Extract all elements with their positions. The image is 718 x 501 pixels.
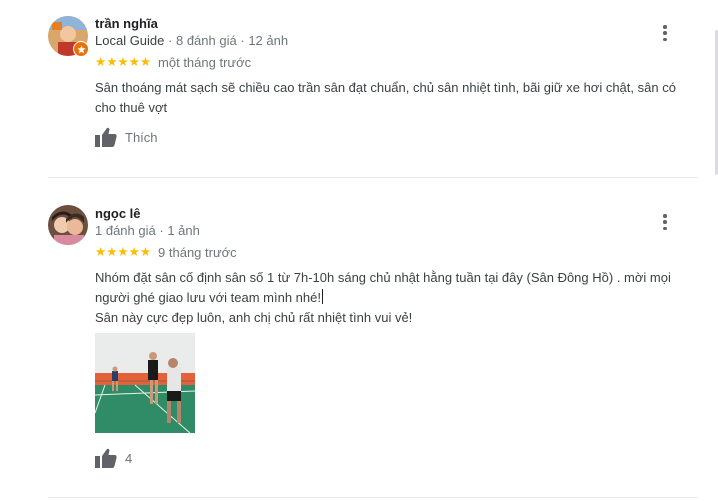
rating-row: ★★★★★ một tháng trước	[95, 55, 251, 70]
review-time: một tháng trước	[158, 55, 252, 70]
like-count: 4	[125, 450, 133, 466]
divider	[48, 497, 698, 498]
photo-count: 1 ảnh	[167, 223, 200, 238]
separator: ·	[240, 33, 245, 48]
separator: ·	[168, 33, 173, 48]
divider	[48, 177, 698, 178]
author-meta: 1 đánh giá · 1 ảnh	[95, 223, 200, 238]
star-rating: ★★★★★	[95, 245, 152, 260]
separator: ·	[159, 223, 164, 238]
review-text-line: Sân này cực đẹp luôn, anh chị chủ rất nh…	[95, 310, 413, 325]
thumb-up-icon	[95, 448, 117, 468]
thumb-up-icon	[95, 127, 117, 147]
review-text: Sân thoáng mát sạch sẽ chiều cao trần sâ…	[95, 80, 676, 115]
local-guide-label: Local Guide	[95, 33, 165, 48]
review-count: 8 đánh giá	[175, 33, 237, 48]
review-count: 1 đánh giá	[95, 223, 156, 238]
review-time: 9 tháng trước	[158, 245, 237, 260]
review-photo[interactable]	[95, 333, 195, 433]
like-button[interactable]: Thích	[95, 127, 158, 147]
more-vert-icon[interactable]	[656, 212, 674, 232]
badminton-photo-image	[95, 333, 195, 433]
like-label: Thích	[125, 129, 158, 145]
author-name[interactable]: ngọc lê	[95, 206, 141, 221]
review-text: Nhóm đặt sân cố định sân số 1 từ 7h-10h …	[95, 268, 677, 328]
more-vert-icon[interactable]	[656, 23, 674, 43]
text-cursor	[321, 289, 323, 304]
rating-row: ★★★★★ 9 tháng trước	[95, 245, 237, 260]
author-meta: Local Guide · 8 đánh giá · 12 ảnh	[95, 33, 288, 48]
local-guide-star-icon	[73, 41, 89, 57]
avatar[interactable]	[48, 205, 88, 245]
photo-count: 12 ảnh	[248, 33, 289, 48]
like-button[interactable]: 4	[95, 448, 132, 468]
star-rating: ★★★★★	[95, 55, 152, 70]
review-text-line: Nhóm đặt sân cố định sân số 1 từ 7h-10h …	[95, 270, 671, 305]
author-name[interactable]: trần nghĩa	[95, 16, 158, 31]
